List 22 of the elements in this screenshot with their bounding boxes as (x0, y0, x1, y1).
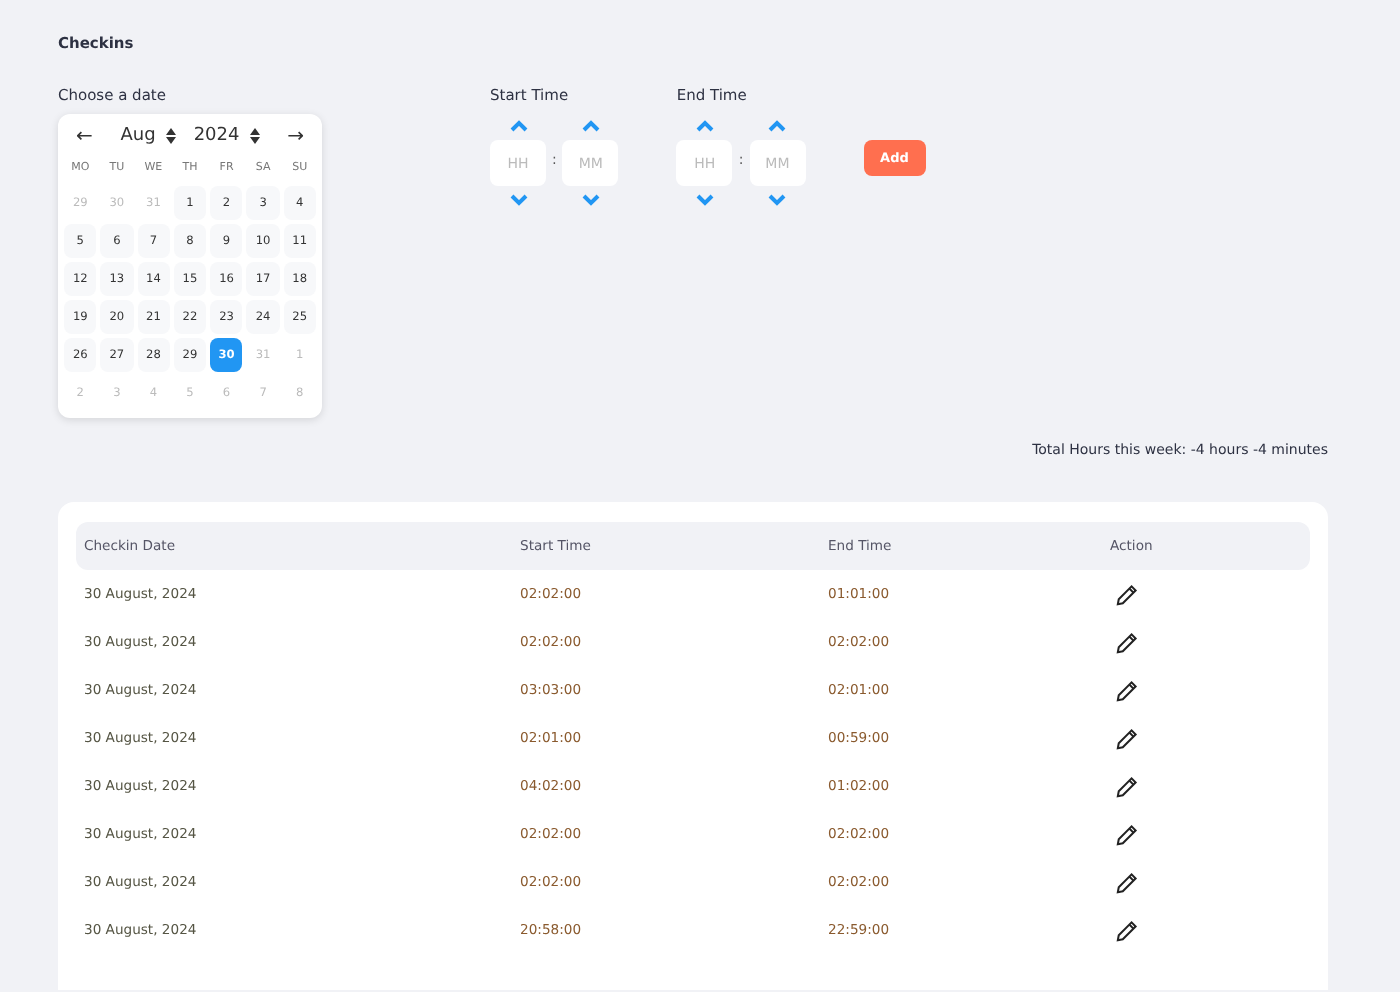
pencil-icon[interactable] (1116, 919, 1138, 941)
next-month-button[interactable]: → (287, 125, 304, 147)
previous-month-button[interactable]: ← (76, 125, 93, 147)
pencil-icon[interactable] (1116, 631, 1138, 653)
pencil-icon[interactable] (1116, 679, 1138, 701)
pencil-icon[interactable] (1116, 823, 1138, 845)
chevron-down-icon[interactable] (509, 194, 527, 206)
chevron-up-icon[interactable] (581, 120, 600, 132)
sort-icon (165, 128, 176, 144)
sort-icon (249, 128, 260, 144)
chevron-up-icon[interactable] (509, 120, 527, 132)
pencil-icon[interactable] (1116, 871, 1138, 893)
pencil-icon[interactable] (1116, 727, 1138, 749)
chevron-up-icon[interactable] (695, 120, 714, 132)
chevron-up-icon[interactable] (768, 120, 787, 132)
pencil-icon[interactable] (1116, 775, 1138, 797)
month-select[interactable]: Aug (120, 126, 176, 146)
chevron-down-icon[interactable] (581, 194, 600, 206)
chevron-down-icon[interactable] (695, 194, 714, 206)
year-select[interactable]: 2024 (193, 126, 260, 146)
pencil-icon[interactable] (1116, 583, 1138, 605)
chevron-down-icon[interactable] (768, 194, 787, 206)
